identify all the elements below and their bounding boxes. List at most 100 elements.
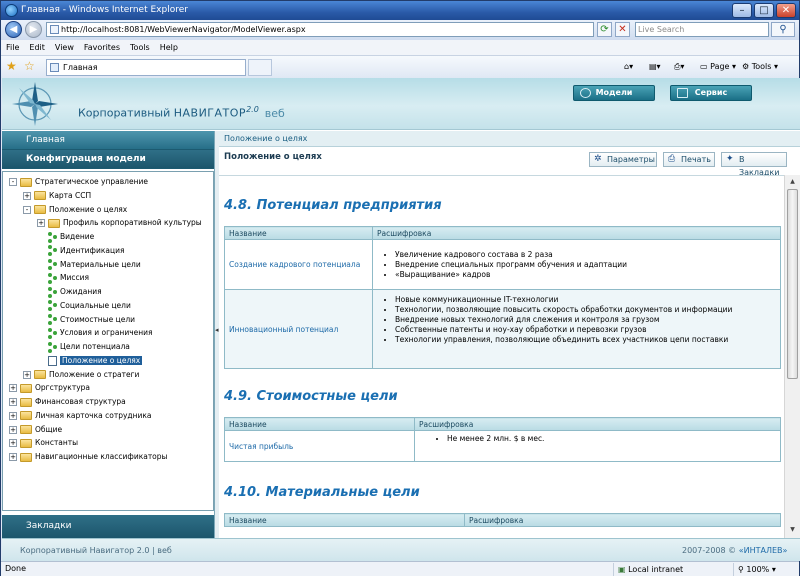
scroll-up-icon[interactable]: ▲ (787, 176, 798, 187)
service-button[interactable]: Сервис (670, 85, 752, 101)
address-bar: ◀ ▶ http://localhost:8081/WebViewerNavig… (1, 20, 799, 40)
close-button[interactable]: ✕ (776, 3, 796, 18)
tree-node[interactable]: - Положение о целях (23, 203, 127, 216)
sidebar-section-header[interactable]: Конфигурация модели (2, 150, 214, 169)
tree-node[interactable]: + Карта ССП (23, 189, 91, 202)
tree-node-label: Положение о стратеги (49, 369, 140, 379)
folder-icon (34, 205, 46, 214)
tools-menu[interactable]: ⚙ Tools ▾ (742, 61, 778, 73)
home-icon[interactable]: ⌂▾ (624, 61, 633, 73)
row-name[interactable]: Инновационный потенциал (224, 289, 373, 369)
bookmarks-header[interactable]: Закладки (2, 515, 214, 538)
menu-file[interactable]: File (1, 40, 24, 56)
expand-toggle-icon[interactable]: + (23, 191, 31, 200)
parameters-button[interactable]: ✲ Параметры (589, 152, 657, 167)
zoom-control[interactable]: ⚲ 100% ▾ (733, 563, 797, 576)
expand-toggle-icon[interactable]: + (9, 425, 17, 434)
bookmark-button[interactable]: ✦ В Закладки (721, 152, 787, 177)
tree-node-label: Профиль корпоративной культуры (63, 218, 202, 228)
tree-node-label: Навигационные классификаторы (35, 452, 168, 461)
scroll-down-icon[interactable]: ▼ (787, 524, 798, 535)
tree-node[interactable]: Материальные цели (37, 258, 141, 271)
breadcrumb[interactable]: Положение о целях (219, 131, 800, 147)
back-button[interactable]: ◀ (5, 21, 22, 38)
tree-node[interactable]: + Профиль корпоративной культуры (37, 216, 202, 229)
add-favorites-icon[interactable]: ☆ (24, 59, 35, 73)
tree-node[interactable]: Видение (37, 230, 94, 243)
print-icon[interactable]: ⎙▾ (674, 61, 684, 73)
maximize-button[interactable]: □ (754, 3, 774, 18)
page-title: Положение о целях (224, 152, 322, 162)
intalev-link[interactable]: «ИНТАЛЕВ» (739, 546, 788, 555)
tree-node[interactable]: + Константы (9, 436, 78, 449)
tree-node[interactable]: Миссия (37, 271, 89, 284)
collapse-toggle-icon[interactable]: - (9, 178, 17, 186)
tree-node[interactable]: Цели потенциала (37, 340, 130, 353)
forward-button[interactable]: ▶ (25, 21, 42, 38)
list-item: Не менее 2 млн. $ в мес. (447, 434, 776, 444)
browser-tab[interactable]: Главная (46, 59, 246, 76)
tree-node[interactable]: + Общие (9, 423, 62, 436)
collapse-arrow-icon[interactable]: ◂ (215, 326, 219, 334)
minimize-button[interactable]: – (732, 3, 752, 18)
search-icon[interactable]: ⚲ (771, 22, 795, 37)
tree-node[interactable]: + Оргструктура (9, 381, 90, 394)
tree-node[interactable]: Ожидания (37, 285, 102, 298)
bookmark-icon: ✦ (726, 154, 734, 164)
scroll-thumb[interactable] (787, 189, 798, 379)
favorites-star-icon[interactable]: ★ (6, 59, 17, 73)
intranet-icon: ▣ (618, 565, 626, 574)
row-name[interactable]: Чистая прибыль (224, 430, 415, 462)
section-table: Название Расшифровка Создание кадрового п… (224, 226, 781, 369)
expand-toggle-icon[interactable]: + (9, 384, 17, 393)
tree-node[interactable]: Социальные цели (37, 299, 131, 312)
col-name-header: Название (224, 226, 373, 240)
refresh-icon[interactable]: ⟳ (597, 22, 612, 37)
tree-node[interactable]: + Навигационные классификаторы (9, 450, 167, 463)
vertical-scrollbar[interactable]: ▲ ▼ (784, 175, 800, 538)
stop-icon[interactable]: ✕ (615, 22, 630, 37)
search-input[interactable]: Live Search (635, 22, 769, 37)
expand-toggle-icon[interactable]: + (9, 439, 17, 448)
zoom-icon: ⚲ (738, 565, 744, 574)
tree-node-label: Видение (60, 232, 95, 241)
expand-toggle-icon[interactable]: + (37, 219, 45, 228)
tree-node[interactable]: + Положение о стратеги (23, 368, 139, 381)
menu-bar: File Edit View Favorites Tools Help (1, 40, 799, 56)
page-menu[interactable]: ▭ Page ▾ (700, 61, 736, 73)
tree-node[interactable]: Положение о целях (37, 354, 143, 367)
collapse-toggle-icon[interactable]: - (23, 205, 31, 214)
tree-node[interactable]: + Финансовая структура (9, 395, 126, 408)
sidebar-home-header[interactable]: Главная (2, 131, 214, 150)
new-tab-button[interactable] (248, 59, 272, 76)
menu-favorites[interactable]: Favorites (79, 40, 125, 56)
favorites-bar: ★ ☆ Главная ⌂▾ ▤▾ ⎙▾ ▭ Page ▾ ⚙ Tools ▾ (1, 56, 799, 78)
models-button[interactable]: Модели (573, 85, 655, 101)
menu-tools[interactable]: Tools (125, 40, 155, 56)
tree-node[interactable]: + Личная карточка сотрудника (9, 409, 152, 422)
tree-node-label: Личная карточка сотрудника (35, 410, 152, 420)
folder-icon (20, 397, 32, 407)
tree-node[interactable]: Условия и ограничения (37, 326, 153, 339)
tree-node[interactable]: Стоимостные цели (37, 313, 135, 326)
menu-help[interactable]: Help (155, 40, 183, 56)
expand-toggle-icon[interactable]: + (9, 398, 17, 406)
expand-toggle-icon[interactable]: + (23, 370, 31, 379)
list-item: Технологии управления, позволяющие объед… (395, 335, 776, 345)
tree-node-label: Ожидания (60, 287, 102, 296)
ie-logo-icon (5, 4, 18, 17)
url-field[interactable]: http://localhost:8081/WebViewerNavigator… (46, 22, 594, 37)
section-heading: 4.9. Стоимостные цели (224, 389, 398, 404)
row-desc: Увеличение кадрового состава в 2 разаВне… (372, 239, 781, 290)
folder-icon (20, 411, 32, 421)
tree-node[interactable]: - Стратегическое управление (9, 175, 148, 188)
print-button[interactable]: ⎙ Печать (663, 152, 715, 167)
menu-edit[interactable]: Edit (24, 40, 50, 56)
expand-toggle-icon[interactable]: + (9, 453, 17, 461)
feeds-icon[interactable]: ▤▾ (649, 61, 661, 73)
tree-node[interactable]: Идентификация (37, 244, 124, 257)
brand-suffix: веб (264, 106, 285, 120)
menu-view[interactable]: View (50, 40, 79, 56)
row-name[interactable]: Создание кадрового потенциала (224, 239, 373, 290)
expand-toggle-icon[interactable]: + (9, 411, 17, 420)
